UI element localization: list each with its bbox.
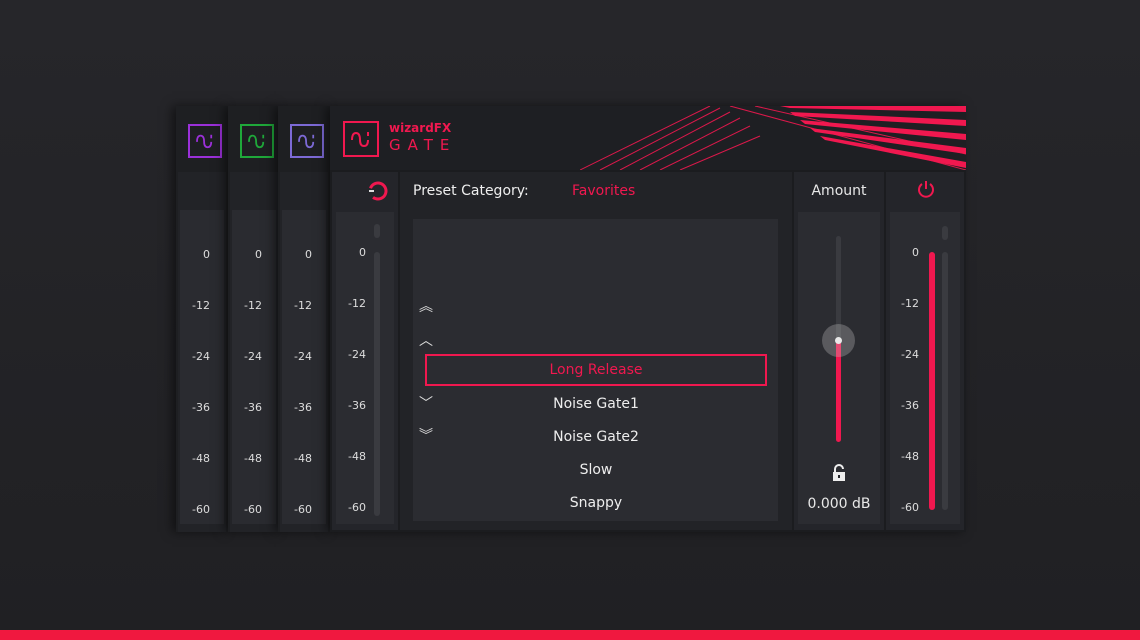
power-icon[interactable]	[917, 180, 935, 198]
plugin-logo[interactable]	[240, 124, 274, 158]
meter-scale-label: -36	[244, 401, 262, 414]
plugin-strip[interactable]: 0 -12 -24 -36 -48 -60	[228, 106, 280, 532]
double-chevron-down-icon[interactable]: ︾	[417, 425, 435, 445]
chevron-up-icon[interactable]: ︿	[417, 330, 435, 350]
meter-scale-label: 0	[203, 248, 210, 261]
meter-scale-label: 0	[305, 248, 312, 261]
plugin-strip[interactable]: 0 -12 -24 -36 -48 -60	[176, 106, 228, 532]
meter-scale-label: -24	[192, 350, 210, 363]
gate-logo	[343, 121, 379, 157]
meter-scale-label: -24	[244, 350, 262, 363]
lock-open-icon[interactable]	[831, 464, 847, 482]
meter-scale-label: -12	[192, 299, 210, 312]
wave-logo-icon	[196, 134, 213, 149]
plugin-header: wizardFX GATE	[330, 106, 966, 170]
wave-logo-icon	[351, 131, 369, 148]
meter-scale-label: -60	[192, 503, 210, 516]
meter-scale-label: 0	[912, 246, 919, 259]
header-stripes-decoration	[580, 106, 966, 170]
preset-item[interactable]: Noise Gate1	[425, 388, 767, 420]
wave-logo-icon	[298, 134, 315, 149]
input-meter-panel: 0 -12 -24 -36 -48 -60	[332, 172, 398, 530]
preset-category-label: Preset Category:	[413, 183, 529, 199]
meter-scale-label: 0	[255, 248, 262, 261]
meter-scale-label: -12	[901, 297, 919, 310]
meter-scale-label: -48	[901, 450, 919, 463]
meter-scale-label: -24	[901, 348, 919, 361]
preset-item[interactable]: Long Release	[425, 354, 767, 386]
plugin-logo[interactable]	[188, 124, 222, 158]
output-meter-fill	[929, 252, 935, 510]
meter-scale-label: -36	[192, 401, 210, 414]
meter-scale-label: -24	[294, 350, 312, 363]
meter-scale-label: -12	[244, 299, 262, 312]
meter-scale-label: -60	[348, 501, 366, 514]
output-meter-panel: 0 -12 -24 -36 -48 -60	[886, 172, 964, 530]
accent-bar	[0, 630, 1140, 640]
plugin-strip[interactable]: 0 -12 -24 -36 -48 -60	[278, 106, 330, 532]
brand-name: wizardFX	[389, 121, 452, 135]
meter-scale-label: -60	[901, 501, 919, 514]
preset-item[interactable]: Slow	[425, 454, 767, 486]
meter-scale-label: -60	[244, 503, 262, 516]
preset-item[interactable]: Noise Gate2	[425, 421, 767, 453]
chevron-down-icon[interactable]: ﹀	[417, 393, 435, 413]
amount-value: 0.000 dB	[807, 496, 871, 512]
double-chevron-up-icon[interactable]: ︽	[417, 296, 435, 316]
preset-item[interactable]: Snappy	[425, 487, 767, 519]
meter-peak-indicator	[942, 226, 948, 240]
meter-scale-label: -48	[348, 450, 366, 463]
preset-category-dropdown[interactable]: Favorites	[572, 183, 635, 199]
meter-scale-label: -12	[348, 297, 366, 310]
product-name: GATE	[389, 136, 457, 154]
input-gain-knob[interactable]	[367, 180, 389, 202]
meter-scale-label: -12	[294, 299, 312, 312]
meter-scale-label: -36	[294, 401, 312, 414]
meter-scale-label: -60	[294, 503, 312, 516]
output-meter-track	[942, 252, 948, 510]
amount-label: Amount	[811, 183, 867, 199]
meter-scale-label: -36	[348, 399, 366, 412]
meter-peak-indicator	[374, 224, 380, 238]
amount-slider-handle[interactable]	[822, 324, 855, 357]
meter-scale-label: -48	[192, 452, 210, 465]
input-meter-track	[374, 252, 380, 516]
meter-scale-label: -24	[348, 348, 366, 361]
wave-logo-icon	[248, 134, 265, 149]
plugin-logo[interactable]	[290, 124, 324, 158]
meter-scale-label: 0	[359, 246, 366, 259]
meter-scale-label: -48	[294, 452, 312, 465]
meter-scale-label: -36	[901, 399, 919, 412]
meter-scale-label: -48	[244, 452, 262, 465]
amount-panel: Amount 0.000 dB	[794, 172, 884, 530]
